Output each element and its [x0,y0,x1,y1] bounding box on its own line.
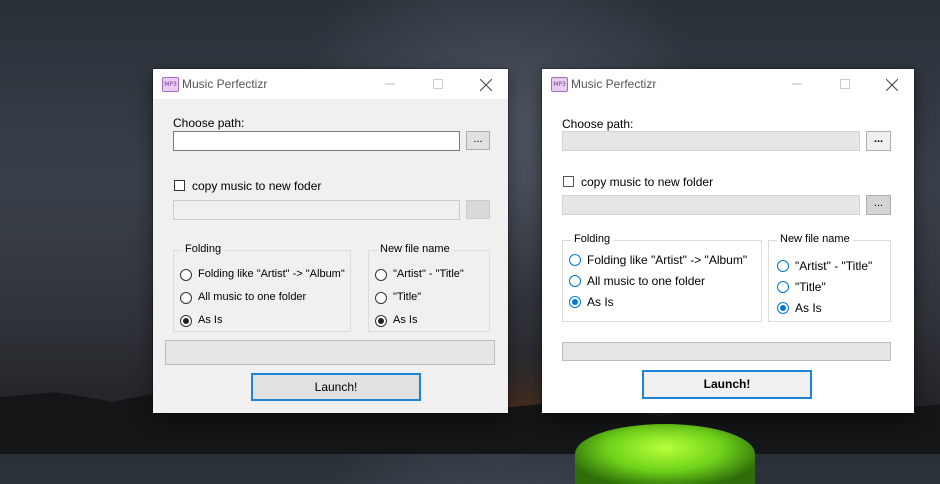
left-app-window: MP3 Music Perfectizr Choose path: ... co… [153,69,508,413]
maximize-icon [840,79,850,89]
folding-option-as-is-radio[interactable] [180,315,192,327]
choose-path-label: Choose path: [173,116,245,130]
new-file-name-group: New file name "Artist" - "Title" "Title"… [768,233,891,322]
destination-input [173,200,460,220]
folding-option-label: Folding like "Artist" -> "Album" [587,253,748,267]
folding-option-as-is-radio[interactable] [569,296,581,308]
right-app-window: MP3 Music Perfectizr Choose path: ... co… [542,69,914,413]
folding-option-label: All music to one folder [198,291,307,303]
filename-option-as-is-radio[interactable] [777,302,789,314]
copy-music-checkbox[interactable] [563,176,574,187]
filename-option-label: As Is [795,301,822,315]
title-bar[interactable]: MP3 Music Perfectizr [153,69,508,99]
background-tent [575,424,755,484]
folding-group-title: Folding [571,233,614,245]
close-icon [886,79,898,91]
filename-option-label: "Title" [393,291,422,303]
folding-option-label: All music to one folder [587,274,706,288]
new-file-name-group: New file name "Artist" - "Title" "Title"… [368,243,490,332]
folding-option-label: As Is [587,295,614,309]
maximize-icon [433,79,443,89]
filename-option-title-radio[interactable] [375,292,387,304]
folding-option-label: Folding like "Artist" -> "Album" [198,268,345,280]
close-icon [480,79,492,91]
filename-option-artist-title-radio[interactable] [777,260,789,272]
copy-music-label: copy music to new foder [192,179,322,193]
minimize-icon [385,83,395,85]
new-file-name-group-title: New file name [777,233,853,245]
folding-option-one-folder-radio[interactable] [569,275,581,287]
app-icon: MP3 [162,77,179,92]
maximize-button[interactable] [822,69,868,99]
window-title: Music Perfectizr [182,77,268,91]
folding-option-artist-album-radio[interactable] [180,269,192,281]
launch-button[interactable]: Launch! [642,370,812,399]
choose-path-label: Choose path: [562,117,634,131]
folding-option-label: As Is [198,314,223,326]
progress-bar [165,340,495,365]
app-icon: MP3 [551,77,568,92]
minimize-icon [792,83,802,85]
progress-bar [562,342,891,361]
destination-browse-button: ... [866,195,891,215]
filename-option-artist-title-radio[interactable] [375,269,387,281]
filename-option-title-radio[interactable] [777,281,789,293]
browse-button[interactable]: ... [466,131,490,150]
copy-music-label: copy music to new folder [581,175,714,189]
minimize-button[interactable] [774,69,820,99]
path-input[interactable] [562,131,860,151]
folding-option-artist-album-radio[interactable] [569,254,581,266]
folding-group: Folding Folding like "Artist" -> "Album"… [562,233,762,322]
filename-option-as-is-radio[interactable] [375,315,387,327]
maximize-button[interactable] [415,69,461,99]
close-button[interactable] [462,69,508,99]
destination-browse-button [466,200,490,219]
folding-group: Folding Folding like "Artist" -> "Album"… [173,243,351,332]
filename-option-label: "Artist" - "Title" [795,259,873,273]
filename-option-label: "Artist" - "Title" [393,268,464,280]
folding-group-title: Folding [182,243,225,255]
minimize-button[interactable] [367,69,413,99]
window-title: Music Perfectizr [571,77,657,91]
browse-button[interactable]: ... [866,131,891,151]
close-button[interactable] [868,69,914,99]
folding-option-one-folder-radio[interactable] [180,292,192,304]
filename-option-label: "Title" [795,280,826,294]
destination-input [562,195,860,215]
copy-music-checkbox[interactable] [174,180,185,191]
new-file-name-group-title: New file name [377,243,453,255]
title-bar[interactable]: MP3 Music Perfectizr [542,69,914,99]
launch-button[interactable]: Launch! [251,373,421,401]
path-input[interactable] [173,131,460,151]
filename-option-label: As Is [393,314,418,326]
